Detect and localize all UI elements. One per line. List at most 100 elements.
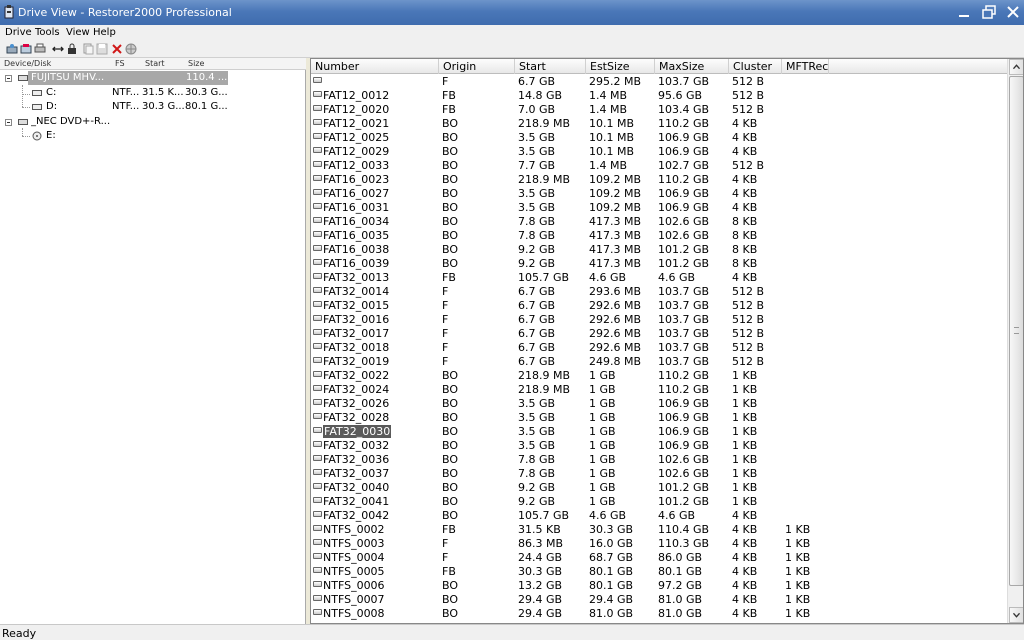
table-row[interactable]: FAT16_0039 BO 9.2 GB 417.3 MB 101.2 GB 8 KB xyxy=(311,256,1007,270)
table-row[interactable]: NTFS_0006 BO 13.2 GB 80.1 GB 97.2 GB 4 KB 1 KB xyxy=(311,578,1007,592)
table-row[interactable]: FAT32_0017 F 6.7 GB 292.6 MB 103.7 GB 512 B xyxy=(311,326,1007,340)
cell-origin: BO xyxy=(442,593,459,606)
column-start[interactable]: Start xyxy=(515,59,586,74)
partition-icon xyxy=(313,357,322,363)
table-row[interactable]: NTFS_0008 BO 29.4 GB 81.0 GB 81.0 GB 4 KB 1 KB xyxy=(311,606,1007,620)
partition-list-pane[interactable]: Number Origin Start EstSize MaxSize Clus… xyxy=(310,58,1024,624)
tree-item-volume-e[interactable]: E: xyxy=(0,129,306,143)
cell-estsize: 1 GB xyxy=(589,383,616,396)
table-row[interactable]: FAT12_0033 BO 7.7 GB 1.4 MB 102.7 GB 512 B xyxy=(311,158,1007,172)
table-row[interactable]: FAT32_0028 BO 3.5 GB 1 GB 106.9 GB 1 KB xyxy=(311,410,1007,424)
connect-icon[interactable] xyxy=(52,43,64,55)
cell-mftrec: 1 KB xyxy=(785,607,811,620)
menu-help[interactable]: Help xyxy=(93,27,116,38)
title-bar: Drive View - Restorer2000 Professional xyxy=(0,0,1024,25)
table-row[interactable]: F 6.7 GB 295.2 MB 103.7 GB 512 B xyxy=(311,74,1007,88)
close-icon[interactable] xyxy=(1002,2,1024,23)
scroll-up-icon[interactable] xyxy=(1009,59,1024,75)
cell-origin: BO xyxy=(442,425,459,438)
table-row[interactable]: FAT16_0038 BO 9.2 GB 417.3 MB 101.2 GB 8 KB xyxy=(311,242,1007,256)
table-row[interactable]: FAT12_0020 FB 7.0 GB 1.4 MB 103.4 GB 512 B xyxy=(311,102,1007,116)
restore-icon[interactable] xyxy=(978,2,1000,23)
menu-view[interactable]: View xyxy=(66,27,90,38)
cell-cluster: 1 KB xyxy=(732,383,758,396)
table-row[interactable]: FAT32_0040 BO 9.2 GB 1 GB 101.2 GB 1 KB xyxy=(311,480,1007,494)
table-row[interactable]: FAT32_0041 BO 9.2 GB 1 GB 101.2 GB 1 KB xyxy=(311,494,1007,508)
column-mftrec[interactable]: MFTRec xyxy=(782,59,829,74)
table-row[interactable]: NTFS_0003 F 86.3 MB 16.0 GB 110.3 GB 4 KB 1 KB xyxy=(311,536,1007,550)
copy-icon[interactable] xyxy=(82,43,94,55)
scroll-down-icon[interactable] xyxy=(1009,607,1024,623)
cell-estsize: 10.1 MB xyxy=(589,117,635,130)
collapse-toggle[interactable] xyxy=(5,119,12,126)
table-row[interactable]: FAT16_0031 BO 3.5 GB 109.2 MB 106.9 GB 4 KB xyxy=(311,200,1007,214)
table-row[interactable]: FAT32_0022 BO 218.9 MB 1 GB 110.2 GB 1 KB xyxy=(311,368,1007,382)
cell-number: FAT32_0037 xyxy=(323,467,390,480)
table-row[interactable]: FAT32_0014 F 6.7 GB 293.6 MB 103.7 GB 512 B xyxy=(311,284,1007,298)
column-origin[interactable]: Origin xyxy=(439,59,515,74)
table-row[interactable]: FAT32_0036 BO 7.8 GB 1 GB 102.6 GB 1 KB xyxy=(311,452,1007,466)
table-row[interactable]: FAT16_0034 BO 7.8 GB 417.3 MB 102.6 GB 8 KB xyxy=(311,214,1007,228)
table-row[interactable]: FAT32_0019 F 6.7 GB 249.8 MB 103.7 GB 512 B xyxy=(311,354,1007,368)
cell-origin: BO xyxy=(442,229,459,242)
column-maxsize[interactable]: MaxSize xyxy=(655,59,729,74)
print-icon[interactable] xyxy=(34,43,46,55)
table-row[interactable]: NTFS_0004 F 24.4 GB 68.7 GB 86.0 GB 4 KB 1 KB xyxy=(311,550,1007,564)
cell-number: FAT32_0014 xyxy=(323,285,390,298)
menu-tools[interactable]: Tools xyxy=(35,27,60,38)
tree-item-fs: NTF... xyxy=(112,101,140,112)
table-row[interactable]: FAT12_0025 BO 3.5 GB 10.1 MB 106.9 GB 4 KB xyxy=(311,130,1007,144)
scan-icon[interactable] xyxy=(20,43,32,55)
table-row[interactable]: FAT12_0012 FB 14.8 GB 1.4 MB 95.6 GB 512 B xyxy=(311,88,1007,102)
table-row[interactable]: NTFS_0002 FB 31.5 KB 30.3 GB 110.4 GB 4 KB 1 K… xyxy=(311,522,1007,536)
table-row[interactable]: FAT16_0027 BO 3.5 GB 109.2 MB 106.9 GB 4 KB xyxy=(311,186,1007,200)
table-row[interactable]: NTFS_0007 BO 29.4 GB 29.4 GB 81.0 GB 4 KB 1 KB xyxy=(311,592,1007,606)
table-row[interactable]: FAT32_0030 BO 3.5 GB 1 GB 106.9 GB 1 KB xyxy=(311,424,1007,438)
collapse-toggle[interactable] xyxy=(5,75,12,82)
table-row[interactable]: FAT32_0016 F 6.7 GB 292.6 MB 103.7 GB 512 B xyxy=(311,312,1007,326)
cell-origin: BO xyxy=(442,131,459,144)
column-number[interactable]: Number xyxy=(311,59,439,74)
tree-header-start[interactable]: Start xyxy=(145,59,165,68)
table-row[interactable]: FAT12_0029 BO 3.5 GB 10.1 MB 106.9 GB 4 KB xyxy=(311,144,1007,158)
column-estsize[interactable]: EstSize xyxy=(586,59,655,74)
table-row[interactable]: FAT32_0024 BO 218.9 MB 1 GB 110.2 GB 1 KB xyxy=(311,382,1007,396)
cell-maxsize: 106.9 GB xyxy=(658,439,710,452)
table-row[interactable]: FAT32_0037 BO 7.8 GB 1 GB 102.6 GB 1 KB xyxy=(311,466,1007,480)
scroll-thumb[interactable] xyxy=(1009,76,1023,586)
tree-item-fujitsu-disk[interactable]: FUJITSU MHV... 110.4 ... xyxy=(0,71,306,85)
lock-icon[interactable] xyxy=(66,43,78,55)
vertical-scrollbar[interactable] xyxy=(1007,59,1024,623)
open-drive-icon[interactable] xyxy=(6,43,18,55)
table-row[interactable]: FAT32_0032 BO 3.5 GB 1 GB 106.9 GB 1 KB xyxy=(311,438,1007,452)
globe-icon[interactable] xyxy=(125,43,137,55)
delete-icon[interactable] xyxy=(111,43,123,55)
table-row[interactable]: FAT32_0015 F 6.7 GB 292.6 MB 103.7 GB 512 B xyxy=(311,298,1007,312)
partition-icon xyxy=(313,609,322,615)
table-row[interactable]: FAT32_0013 FB 105.7 GB 4.6 GB 4.6 GB 4 KB xyxy=(311,270,1007,284)
cell-maxsize: 102.6 GB xyxy=(658,453,710,466)
cell-cluster: 4 KB xyxy=(732,201,758,214)
tree-header-fs[interactable]: FS xyxy=(115,59,125,68)
table-row[interactable]: FAT32_0018 F 6.7 GB 292.6 MB 103.7 GB 512 B xyxy=(311,340,1007,354)
table-row[interactable]: FAT32_0042 BO 105.7 GB 4.6 GB 4.6 GB 4 KB xyxy=(311,508,1007,522)
tree-item-volume-c[interactable]: C: NTF... 31.5 K... 30.3 G... xyxy=(0,86,306,100)
table-row[interactable]: FAT16_0023 BO 218.9 MB 109.2 MB 110.2 GB 4 KB xyxy=(311,172,1007,186)
cell-estsize: 80.1 GB xyxy=(589,565,634,578)
save-icon[interactable] xyxy=(96,43,108,55)
volume-icon xyxy=(32,104,42,110)
cell-number: FAT32_0036 xyxy=(323,453,390,466)
minimize-icon[interactable] xyxy=(953,2,975,23)
table-row[interactable]: FAT32_0026 BO 3.5 GB 1 GB 106.9 GB 1 KB xyxy=(311,396,1007,410)
device-tree-pane[interactable]: Device/Disk FS Start Size FUJITSU MHV...… xyxy=(0,58,306,624)
table-row[interactable]: NTFS_0005 FB 30.3 GB 80.1 GB 80.1 GB 4 KB 1 KB xyxy=(311,564,1007,578)
column-cluster[interactable]: Cluster xyxy=(729,59,782,74)
tree-header-size[interactable]: Size xyxy=(188,59,204,68)
tree-header-device[interactable]: Device/Disk xyxy=(4,59,51,68)
tree-item-volume-d[interactable]: D: NTF... 30.3 G... 80.1 G... xyxy=(0,100,306,114)
table-row[interactable]: FAT12_0021 BO 218.9 MB 10.1 MB 110.2 GB 4 KB xyxy=(311,116,1007,130)
tree-item-dvd-drive[interactable]: _NEC DVD+-R... xyxy=(0,115,306,129)
cell-cluster: 4 KB xyxy=(732,145,758,158)
menu-drive[interactable]: Drive xyxy=(5,27,32,38)
table-row[interactable]: FAT16_0035 BO 7.8 GB 417.3 MB 102.6 GB 8 KB xyxy=(311,228,1007,242)
